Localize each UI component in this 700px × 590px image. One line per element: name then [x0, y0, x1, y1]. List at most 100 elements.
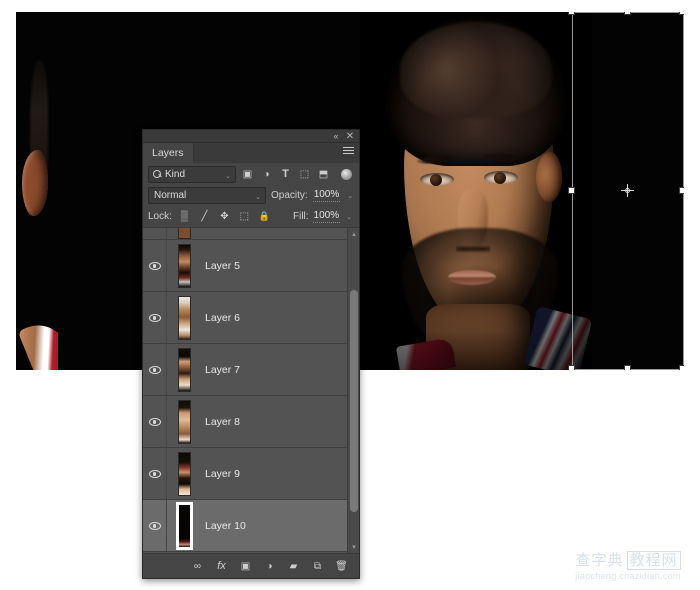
hair-highlight: [400, 22, 552, 118]
blend-mode-value: Normal: [154, 190, 186, 201]
layer-thumbnail[interactable]: [178, 244, 191, 288]
eye-icon[interactable]: [149, 418, 161, 426]
portrait-photo: [360, 12, 592, 370]
layer-row[interactable]: [143, 228, 347, 240]
layer-thumbnail[interactable]: [178, 348, 191, 392]
layer-visibility-toggle[interactable]: [143, 228, 167, 239]
layer-visibility-toggle[interactable]: [143, 240, 167, 291]
layer-row[interactable]: Layer 6: [143, 292, 347, 344]
layer-filter-row[interactable]: Kind ⌄ ▣ ◑ T ⬚ ⬒: [143, 163, 359, 185]
thumbnail-image: [179, 228, 190, 238]
layer-thumbnail[interactable]: [178, 504, 191, 548]
layer-thumbnail-cell[interactable]: [167, 400, 201, 444]
layer-thumbnail-cell[interactable]: [167, 244, 201, 288]
fill-chevron-down-icon[interactable]: ⌄: [346, 213, 352, 221]
lock-all-icon[interactable]: 🔒: [257, 209, 272, 224]
watermark-text-2: 教程网: [627, 551, 681, 570]
layer-visibility-toggle[interactable]: [143, 448, 167, 499]
layer-thumbnail-cell[interactable]: [167, 296, 201, 340]
lock-row[interactable]: Lock: ▒ ╱ ✥ ⬚ 🔒 Fill: 100% ⌄: [143, 206, 359, 227]
layer-name[interactable]: Layer 6: [201, 312, 240, 324]
photoshop-screen: « ✕ Layers Kind ⌄ ▣ ◑ T ⬚ ⬒ Normal: [0, 0, 700, 590]
layer-thumbnail[interactable]: [178, 296, 191, 340]
layer-thumbnail[interactable]: [178, 228, 191, 239]
partial-shoulder: [18, 312, 58, 370]
layer-row[interactable]: Layer 10: [143, 500, 347, 552]
blend-mode-dropdown[interactable]: Normal ⌄: [148, 187, 266, 204]
eye-icon[interactable]: [149, 262, 161, 270]
layer-thumbnail-cell[interactable]: [167, 452, 201, 496]
fill-value[interactable]: 100%: [313, 210, 341, 223]
lips: [448, 270, 496, 285]
filter-pixel-layers-icon[interactable]: ▣: [240, 167, 255, 182]
layer-row[interactable]: Layer 8: [143, 396, 347, 448]
panel-menu-icon[interactable]: [343, 147, 355, 159]
new-group-icon[interactable]: ▰: [286, 559, 301, 574]
add-layer-mask-icon[interactable]: ▣: [238, 559, 253, 574]
layer-visibility-toggle[interactable]: [143, 344, 167, 395]
thumbnail-image: [179, 453, 190, 495]
eye-icon[interactable]: [149, 470, 161, 478]
layer-row[interactable]: Layer 7: [143, 344, 347, 396]
new-layer-icon[interactable]: ⧉: [310, 559, 325, 574]
layer-name[interactable]: Layer 7: [201, 364, 240, 376]
lock-artboard-nesting-icon[interactable]: ⬚: [237, 209, 252, 224]
layer-thumbnail-cell[interactable]: [167, 348, 201, 392]
layer-thumbnail-cell[interactable]: [167, 228, 201, 239]
filter-smart-objects-icon[interactable]: ⬒: [316, 167, 331, 182]
opacity-label: Opacity:: [271, 190, 308, 201]
opacity-value[interactable]: 100%: [313, 189, 341, 202]
eye-icon[interactable]: [149, 366, 161, 374]
filter-type-layers-icon[interactable]: T: [278, 167, 293, 182]
eye-icon[interactable]: [149, 522, 161, 530]
layer-name[interactable]: Layer 8: [201, 416, 240, 428]
layer-visibility-toggle[interactable]: [143, 396, 167, 447]
layer-thumbnail[interactable]: [178, 452, 191, 496]
layer-list[interactable]: Layer 5 Layer 6 Layer 7 Layer 8 Layer 9 Layer…: [143, 227, 359, 553]
layer-style-fx-icon[interactable]: fx: [214, 559, 229, 574]
blend-mode-row[interactable]: Normal ⌄ Opacity: 100% ⌄: [143, 185, 359, 206]
thumbnail-image: [179, 505, 190, 547]
layer-name[interactable]: Layer 9: [201, 468, 240, 480]
layer-list-viewport[interactable]: Layer 5 Layer 6 Layer 7 Layer 8 Layer 9 Layer…: [143, 228, 347, 553]
eye-right: [484, 171, 518, 184]
filter-kind-dropdown[interactable]: Kind ⌄: [148, 166, 236, 183]
layer-row[interactable]: Layer 5: [143, 240, 347, 292]
layer-row[interactable]: Layer 9: [143, 448, 347, 500]
layer-thumbnail-cell[interactable]: [167, 504, 201, 548]
filter-adjustment-layers-icon[interactable]: ◑: [259, 167, 274, 182]
lock-transparent-pixels-icon[interactable]: ▒: [177, 209, 192, 224]
layers-panel[interactable]: « ✕ Layers Kind ⌄ ▣ ◑ T ⬚ ⬒ Normal: [142, 129, 360, 579]
opacity-chevron-down-icon[interactable]: ⌄: [347, 192, 353, 200]
scroll-down-arrow-icon[interactable]: ▾: [348, 541, 359, 553]
layer-name[interactable]: Layer 10: [201, 520, 246, 532]
watermark-url: jiaocheng.chazidian.com: [566, 570, 690, 582]
close-panel-icon[interactable]: ✕: [344, 131, 356, 142]
panel-dock-bar[interactable]: « ✕: [143, 130, 359, 143]
layer-visibility-toggle[interactable]: [143, 292, 167, 343]
layers-panel-footer[interactable]: ∞ fx ▣ ◑ ▰ ⧉ 🗑: [143, 553, 359, 578]
collapse-panel-icon[interactable]: «: [330, 131, 342, 142]
partial-ear: [22, 150, 48, 216]
delete-layer-icon[interactable]: 🗑: [334, 559, 349, 574]
watermark-text-1: 查字典: [575, 552, 623, 569]
filter-shape-layers-icon[interactable]: ⬚: [297, 167, 312, 182]
new-adjustment-layer-icon[interactable]: ◑: [262, 559, 277, 574]
thumbnail-image: [179, 349, 190, 391]
thumbnail-image: [179, 401, 190, 443]
layer-visibility-toggle[interactable]: [143, 500, 167, 551]
link-layers-icon[interactable]: ∞: [190, 559, 205, 574]
layer-list-scrollbar[interactable]: ▴ ▾: [347, 228, 359, 553]
eye-icon[interactable]: [149, 314, 161, 322]
chevron-down-icon[interactable]: ⌄: [225, 172, 231, 180]
lock-position-icon[interactable]: ✥: [217, 209, 232, 224]
layer-thumbnail[interactable]: [178, 400, 191, 444]
tab-layers[interactable]: Layers: [143, 143, 194, 163]
scrollbar-thumb[interactable]: [350, 290, 358, 512]
panel-tab-strip[interactable]: Layers: [143, 143, 359, 163]
scroll-up-arrow-icon[interactable]: ▴: [348, 228, 359, 240]
chevron-down-icon[interactable]: ⌄: [255, 193, 261, 201]
filter-enable-toggle[interactable]: [341, 169, 352, 180]
lock-image-pixels-icon[interactable]: ╱: [197, 209, 212, 224]
layer-name[interactable]: Layer 5: [201, 260, 240, 272]
